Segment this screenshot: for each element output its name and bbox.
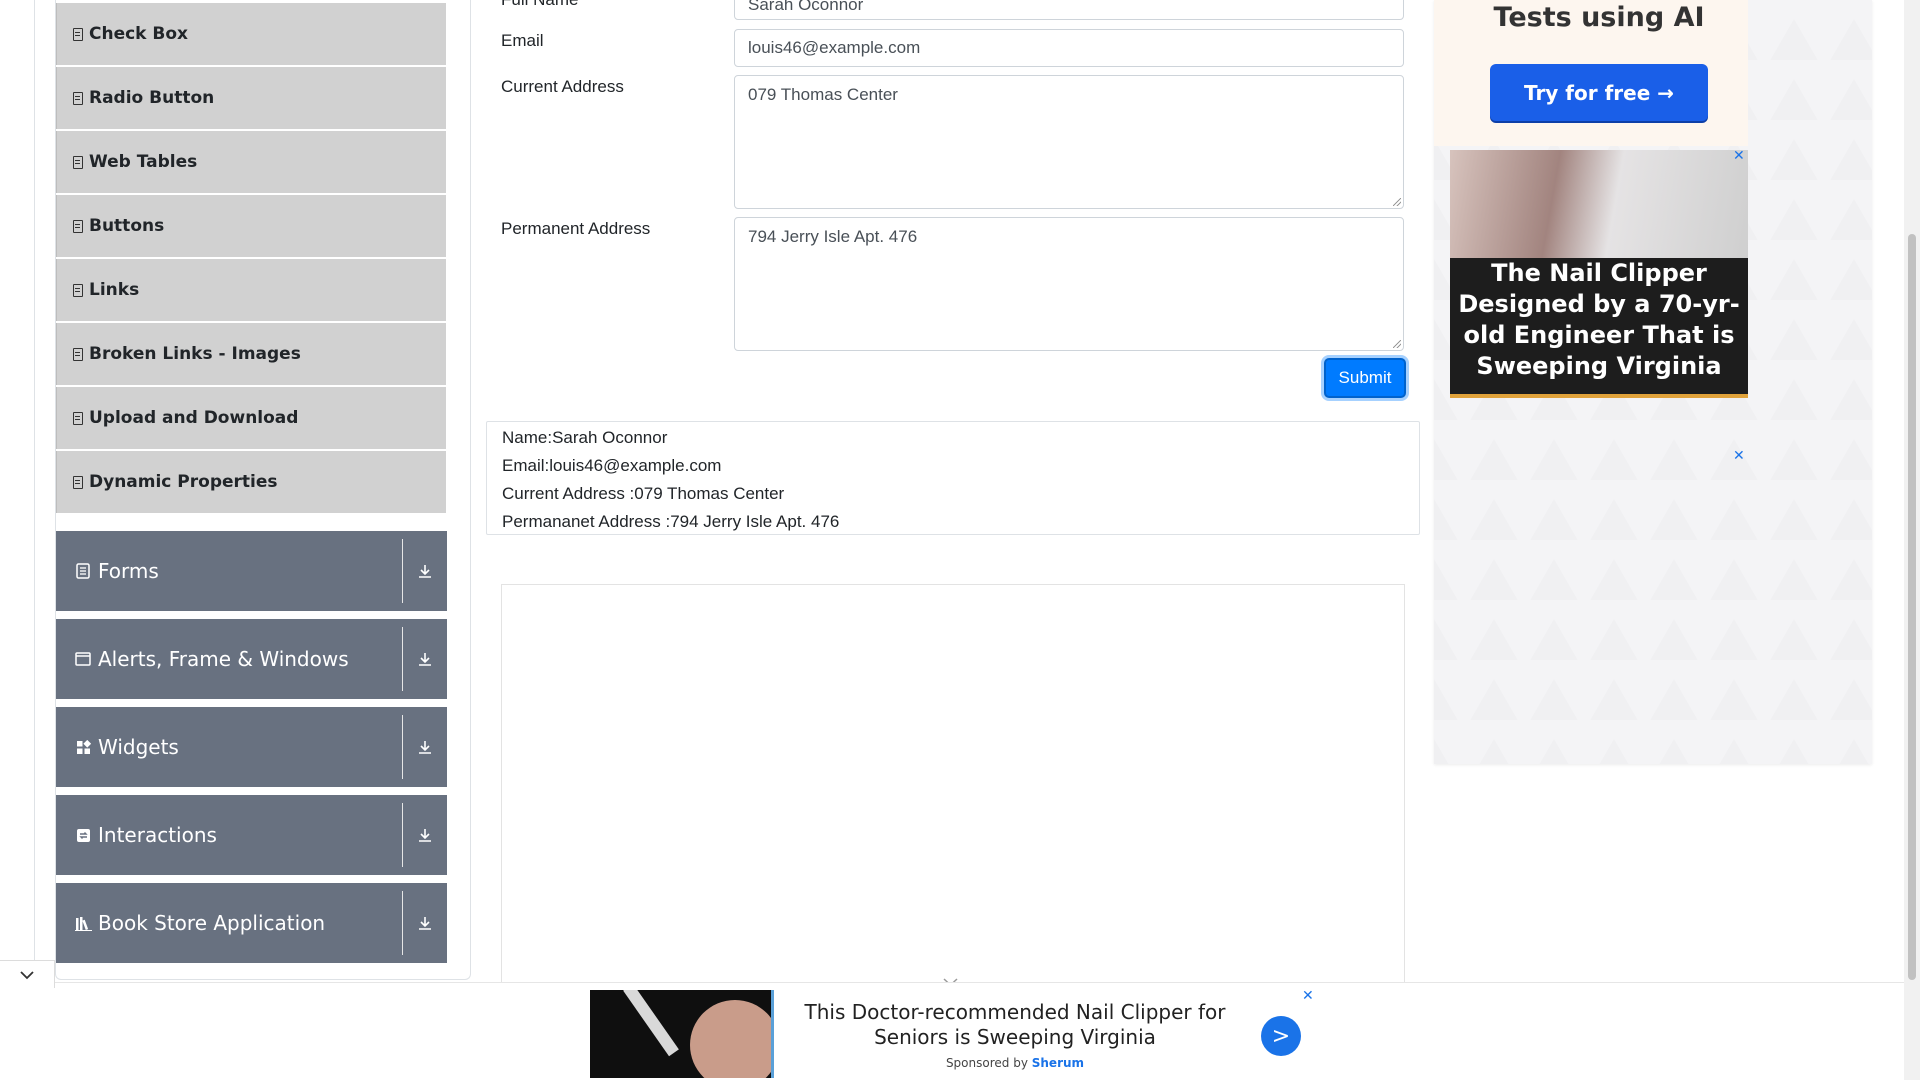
sidebar-item-label: Buttons — [89, 216, 165, 236]
ad-accent-bar — [1450, 394, 1748, 398]
sidebar-group-interactions[interactable]: Interactions — [56, 795, 447, 875]
list-item-icon — [71, 475, 83, 489]
sidebar-item-label: Check Box — [89, 24, 189, 44]
output-email: Email:louis46@example.com — [502, 456, 722, 475]
ad-photo — [1450, 150, 1748, 258]
sidebar-group-forms[interactable]: Forms — [56, 531, 447, 611]
close-icon[interactable]: ✕ — [1302, 988, 1314, 1004]
collapse-ad-button[interactable] — [0, 960, 55, 988]
output-box: Name:Sarah Oconnor Email:louis46@example… — [486, 421, 1420, 535]
email-label: Email — [501, 31, 544, 50]
group-label: Book Store Application — [98, 911, 326, 935]
submit-button[interactable]: Submit — [1324, 358, 1406, 398]
sidebar-item-label: Upload and Download — [89, 408, 299, 428]
expand-icon[interactable] — [403, 619, 447, 699]
expand-icon[interactable] — [403, 531, 447, 611]
form-icon — [72, 563, 94, 579]
ad-photo-clipper — [623, 990, 679, 1057]
sidebar-item-label: Links — [89, 280, 140, 300]
list-item-icon — [71, 155, 83, 169]
permanent-address-textarea[interactable]: 794 Jerry Isle Apt. 476 — [734, 217, 1404, 351]
list-item-icon — [71, 283, 83, 297]
group-label: Widgets — [98, 735, 179, 759]
permanent-address-value: 794 Jerry Isle Apt. 476 — [748, 227, 918, 246]
ad-go-button[interactable]: > — [1261, 1016, 1301, 1056]
sidebar-item-label: Broken Links - Images — [89, 344, 301, 364]
try-for-free-button[interactable]: Try for free → — [1490, 64, 1708, 121]
ad-divider — [771, 990, 774, 1078]
sponsored-prefix: Sponsored by — [945, 1056, 1028, 1070]
email-value: louis46@example.com — [748, 38, 921, 57]
nail-clipper-image-ad[interactable]: The Nail Clipper Designed by a 70-yr-old… — [1450, 150, 1748, 398]
expand-icon[interactable] — [403, 707, 447, 787]
output-permanent-address: Permananet Address :794 Jerry Isle Apt. … — [502, 512, 840, 531]
current-address-label: Current Address — [501, 77, 624, 96]
close-icon[interactable]: ✕ — [1733, 148, 1745, 164]
list-item-icon — [71, 219, 83, 233]
window-icon — [72, 652, 94, 666]
full-name-input[interactable]: Sarah Oconnor — [734, 0, 1404, 20]
sidebar-item-label: Web Tables — [89, 152, 198, 172]
output-current-address: Current Address :079 Thomas Center — [502, 484, 785, 503]
chevron-down-icon — [20, 970, 34, 979]
bottom-ad-image[interactable] — [590, 990, 774, 1078]
sidebar-group-widgets[interactable]: Widgets — [56, 707, 447, 787]
current-address-textarea[interactable]: 079 Thomas Center — [734, 75, 1404, 209]
interactions-icon — [72, 828, 94, 843]
sidebar-item-dynamic-properties[interactable]: Dynamic Properties — [56, 451, 446, 513]
sidebar-group-alerts[interactable]: Alerts, Frame & Windows — [56, 619, 447, 699]
bottom-ad-headline[interactable]: This Doctor-recommended Nail Clipper for… — [800, 1000, 1230, 1050]
scrollbar-thumb[interactable] — [1908, 234, 1916, 980]
close-icon[interactable]: ✕ — [1733, 448, 1745, 464]
sidebar-item-web-tables[interactable]: Web Tables — [56, 131, 446, 193]
list-item-icon — [71, 347, 83, 361]
sidebar-item-label: Dynamic Properties — [89, 472, 278, 492]
full-name-label: Full Name — [501, 0, 578, 10]
list-item-icon — [71, 27, 83, 41]
permanent-address-label: Permanent Address — [501, 219, 651, 238]
sidebar-item-check-box[interactable]: Check Box — [56, 3, 446, 65]
group-label: Alerts, Frame & Windows — [98, 647, 349, 671]
sidebar-item-buttons[interactable]: Buttons — [56, 195, 446, 257]
full-name-value: Sarah Oconnor — [748, 0, 864, 14]
ai-test-ad-heading: Tests using AI — [1493, 2, 1705, 33]
expand-icon[interactable] — [403, 795, 447, 875]
list-item-icon — [71, 91, 83, 105]
group-label: Forms — [98, 559, 159, 583]
group-label: Interactions — [98, 823, 217, 847]
ad-photo-hand — [690, 1000, 774, 1078]
widgets-icon — [72, 739, 94, 755]
output-name: Name:Sarah Oconnor — [502, 428, 668, 447]
ad-image-text: The Nail Clipper Designed by a 70-yr-old… — [1458, 259, 1740, 380]
resize-handle[interactable] — [1393, 340, 1401, 348]
sponsored-by: Sponsored by Sherum — [900, 1056, 1130, 1070]
sidebar-item-links[interactable]: Links — [56, 259, 446, 321]
current-address-value: 079 Thomas Center — [748, 85, 898, 104]
expand-icon[interactable] — [403, 883, 447, 963]
resize-handle[interactable] — [1393, 198, 1401, 206]
email-input[interactable]: louis46@example.com — [734, 29, 1404, 67]
sidebar-item-broken-links[interactable]: Broken Links - Images — [56, 323, 446, 385]
sidebar-item-label: Radio Button — [89, 88, 215, 108]
sidebar-group-book-store[interactable]: Book Store Application — [56, 883, 447, 963]
page-left-border — [34, 0, 35, 983]
book-icon — [72, 916, 94, 931]
list-item-icon — [71, 411, 83, 425]
embedded-frame — [501, 584, 1405, 984]
sponsor-brand[interactable]: Sherum — [1032, 1056, 1084, 1070]
sidebar-item-upload-download[interactable]: Upload and Download — [56, 387, 446, 449]
sidebar-item-radio-button[interactable]: Radio Button — [56, 67, 446, 129]
